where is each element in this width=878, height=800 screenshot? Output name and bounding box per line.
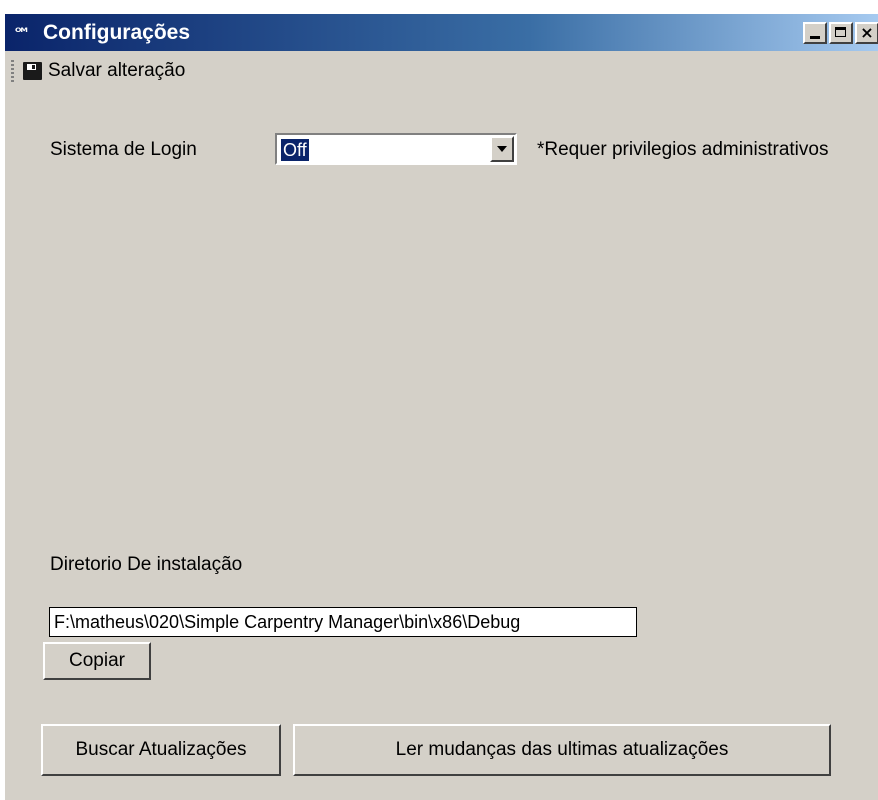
settings-window: ᴼᴹ Configurações × Salvar alteração Sist… (4, 14, 878, 800)
admin-privileges-note: *Requer privilegios administrativos (537, 139, 829, 160)
toolbar: Salvar alteração (5, 52, 878, 92)
install-directory-label: Diretorio De instalação (50, 554, 243, 575)
window-title: Configurações (43, 21, 191, 44)
close-icon: × (860, 23, 874, 42)
app-logo-icon: ᴼᴹ (15, 25, 28, 39)
title-bar[interactable]: ᴼᴹ Configurações × (5, 14, 878, 51)
maximize-icon (831, 24, 851, 42)
copy-button[interactable]: Copiar (43, 642, 151, 680)
close-button[interactable]: × (855, 22, 878, 44)
login-system-select[interactable]: Off (275, 133, 517, 165)
save-changes-button[interactable]: Salvar alteração (23, 56, 185, 86)
window-controls: × (803, 22, 878, 44)
maximize-button[interactable] (829, 22, 853, 44)
login-system-selected-value: Off (280, 138, 310, 162)
check-updates-button[interactable]: Buscar Atualizações (41, 724, 281, 776)
floppy-disk-icon (23, 62, 42, 80)
dropdown-button[interactable] (490, 136, 514, 162)
minimize-icon (805, 24, 825, 42)
save-changes-label: Salvar alteração (48, 60, 186, 81)
minimize-button[interactable] (803, 22, 827, 44)
toolbar-grip-handle[interactable] (11, 60, 14, 82)
chevron-down-icon (497, 146, 507, 152)
install-directory-field[interactable]: F:\matheus\020\Simple Carpentry Manager\… (49, 607, 637, 637)
login-system-label: Sistema de Login (50, 139, 197, 160)
read-changes-button[interactable]: Ler mudanças das ultimas atualizações (293, 724, 831, 776)
